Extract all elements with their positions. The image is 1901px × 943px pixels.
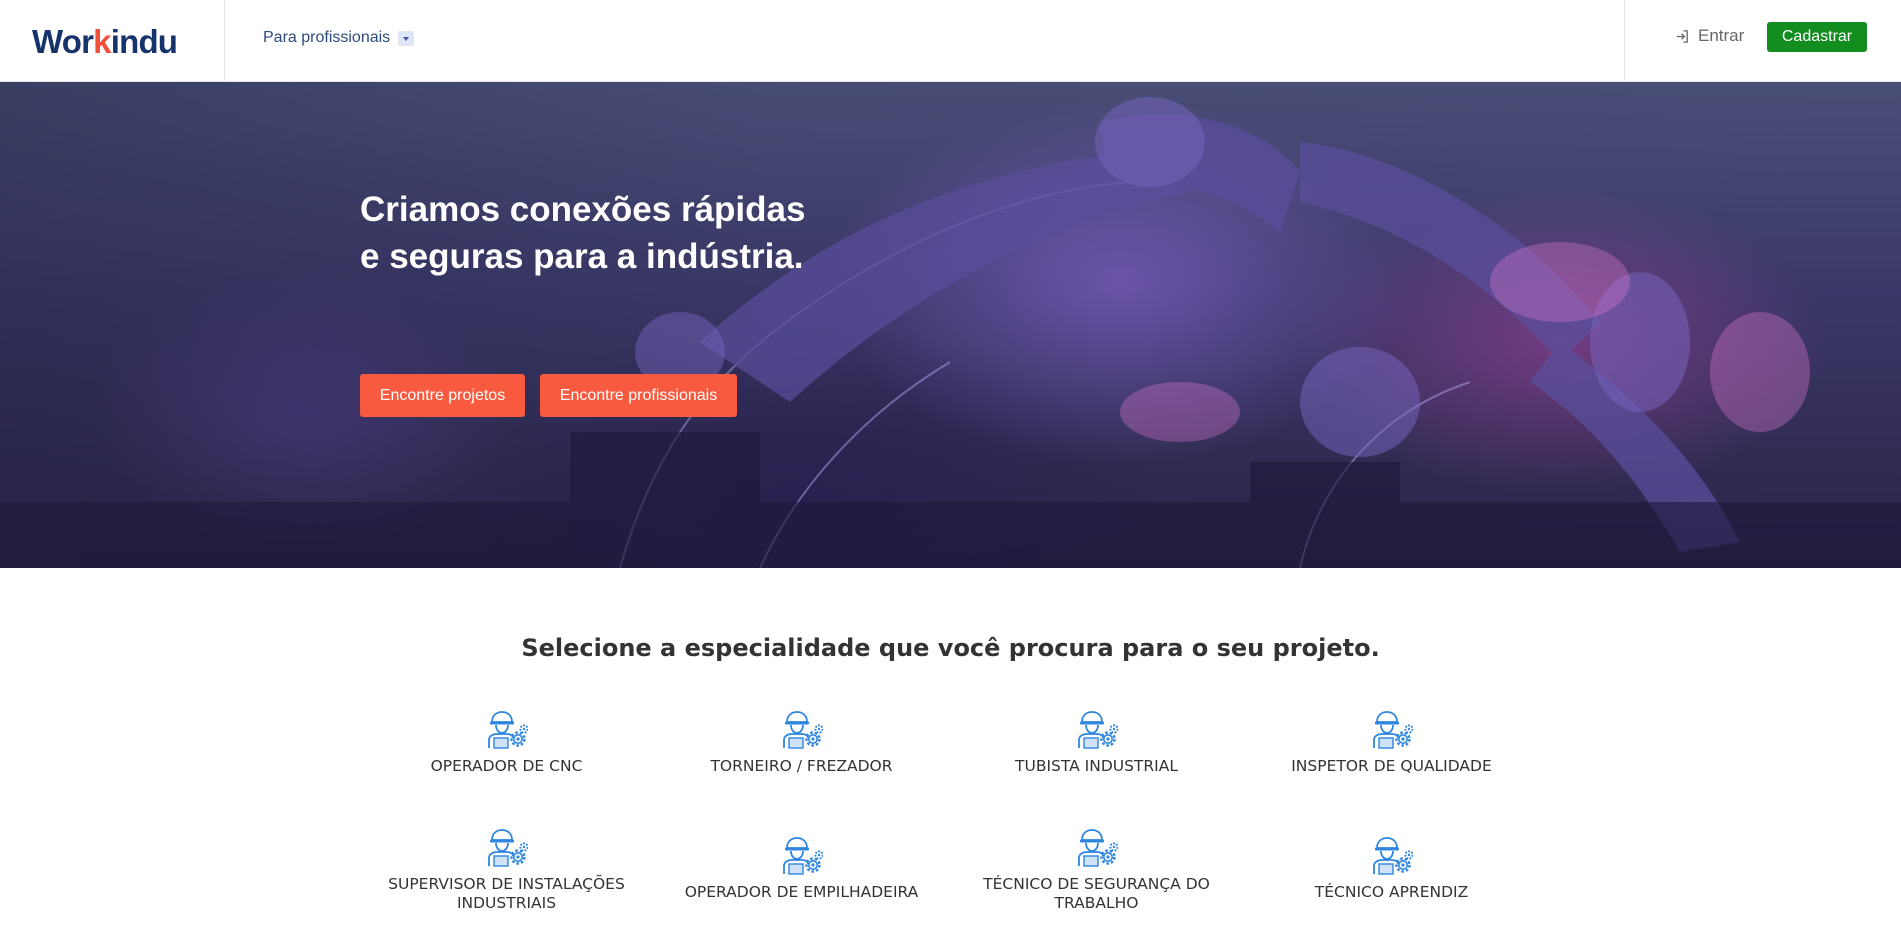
specialty-item[interactable]: OPERADOR DE EMPILHADEIRA <box>654 835 949 902</box>
specialty-label: INSPETOR DE QUALIDADE <box>1291 757 1492 775</box>
specialty-item[interactable]: SUPERVISOR DE INSTALAÇÕES INDUSTRIAIS <box>359 827 654 913</box>
for-professionals-dropdown[interactable]: Para profissionais <box>263 29 415 47</box>
login-label: Entrar <box>1698 26 1745 45</box>
hero-title-line2: e seguras para a indústria. <box>360 237 804 276</box>
specialty-label: TÉCNICO DE SEGURANÇA DO TRABALHO <box>949 875 1244 913</box>
logo-text-accent: k <box>93 23 111 60</box>
specialty-label: TORNEIRO / FREZADOR <box>710 757 893 775</box>
worker-gear-icon <box>782 710 823 749</box>
worker-gear-icon <box>487 828 528 867</box>
specialty-label-line2: TRABALHO <box>1054 894 1139 912</box>
specialty-item[interactable]: TÉCNICO DE SEGURANÇA DO TRABALHO <box>949 827 1244 913</box>
specialty-item[interactable]: TÉCNICO APRENDIZ <box>1244 835 1539 902</box>
hero-title: Criamos conexões rápidas e seguras para … <box>360 186 880 280</box>
find-projects-button[interactable]: Encontre projetos <box>360 374 525 417</box>
find-professionals-button[interactable]: Encontre profissionais <box>540 374 737 417</box>
specialty-label-line1: SUPERVISOR DE INSTALAÇÕES <box>388 875 625 893</box>
specialty-label: OPERADOR DE CNC <box>430 757 583 775</box>
specialties-heading: Selecione a especialidade que você procu… <box>521 634 1380 662</box>
specialty-label-line1: TÉCNICO DE SEGURANÇA DO <box>983 875 1210 893</box>
specialty-label: TÉCNICO APRENDIZ <box>1314 883 1469 901</box>
specialty-item[interactable]: INSPETOR DE QUALIDADE <box>1244 709 1539 776</box>
logo-container: Workindu <box>0 0 225 82</box>
specialty-item[interactable]: OPERADOR DE CNC <box>359 709 654 776</box>
specialty-label: TUBISTA INDUSTRIAL <box>1015 757 1178 775</box>
worker-gear-icon <box>1372 836 1413 875</box>
worker-gear-icon <box>1077 710 1118 749</box>
specialty-item[interactable]: TUBISTA INDUSTRIAL <box>949 709 1244 776</box>
logo-text-part2: indu <box>110 23 178 60</box>
chevron-down-icon <box>398 30 415 46</box>
top-navbar: Workindu Para profissionais Entrar Cadas… <box>0 0 1901 82</box>
login-arrow-icon <box>1676 29 1688 43</box>
specialty-label: SUPERVISOR DE INSTALAÇÕES INDUSTRIAIS <box>359 875 654 913</box>
specialty-item[interactable]: TORNEIRO / FREZADOR <box>654 709 949 776</box>
hero-title-line1: Criamos conexões rápidas <box>360 190 806 229</box>
worker-gear-icon <box>1372 710 1413 749</box>
auth-actions: Entrar Cadastrar <box>1624 0 1901 82</box>
logo-text-part1: Wor <box>32 23 94 60</box>
worker-gear-icon <box>487 710 528 749</box>
hero-overlay <box>0 82 1901 568</box>
signup-button[interactable]: Cadastrar <box>1767 22 1867 52</box>
login-link[interactable]: Entrar <box>1675 26 1744 46</box>
workindu-logo[interactable]: Workindu <box>32 22 178 62</box>
worker-gear-icon <box>782 836 823 875</box>
specialty-label: OPERADOR DE EMPILHADEIRA <box>684 883 919 901</box>
specialty-label-line2: INDUSTRIAIS <box>456 894 557 912</box>
worker-gear-icon <box>1077 828 1118 867</box>
hero-banner: Criamos conexões rápidas e seguras para … <box>0 82 1901 568</box>
for-professionals-label: Para profissionais <box>263 29 391 46</box>
